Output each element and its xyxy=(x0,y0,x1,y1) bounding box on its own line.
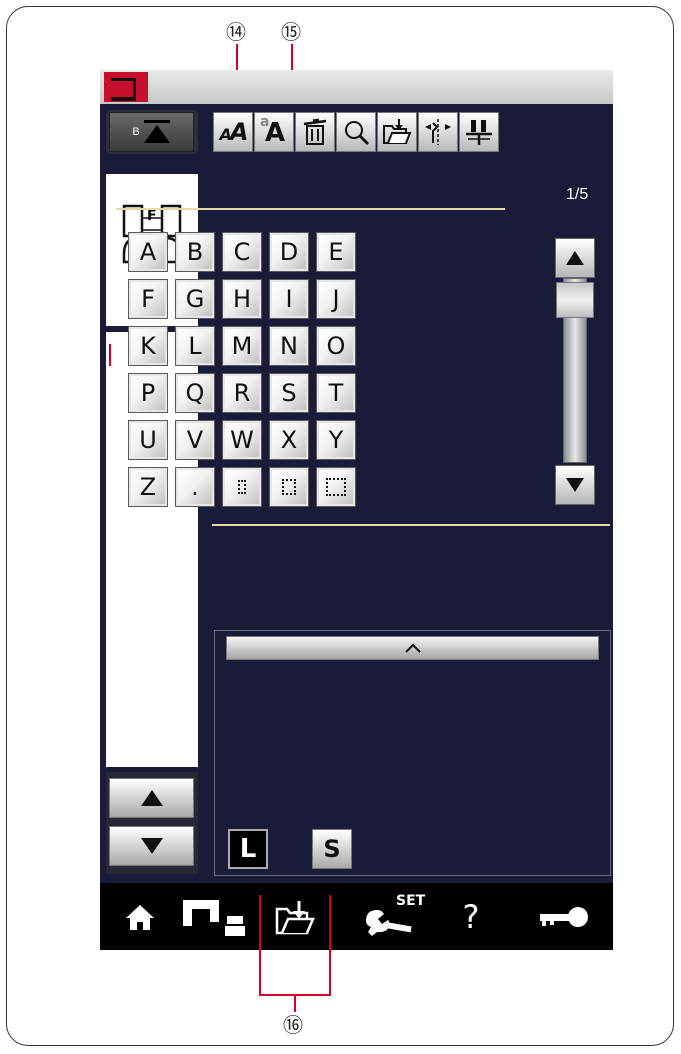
space-medium-icon xyxy=(282,479,296,495)
large-text-button[interactable]: L xyxy=(228,829,268,869)
key-icon xyxy=(540,906,588,927)
letter-button-w[interactable]: W xyxy=(222,420,262,460)
letter-button-n[interactable]: N xyxy=(269,326,309,366)
scroll-up-button[interactable] xyxy=(555,238,595,278)
triangle-down-icon xyxy=(140,838,163,854)
text-edit-panel xyxy=(214,630,611,876)
small-text-label: S xyxy=(323,835,341,863)
machine-logo-icon xyxy=(104,72,148,102)
page-indicator: 1/5 xyxy=(566,186,589,203)
leader-16-right xyxy=(329,895,331,995)
needle-b-label: B xyxy=(132,126,140,138)
font-style-button[interactable]: AA xyxy=(213,112,253,152)
sewing-machine-icon xyxy=(183,899,245,936)
presser-foot-label: F xyxy=(147,208,157,224)
letter-button-y[interactable]: Y xyxy=(316,420,356,460)
letter-button-i[interactable]: I xyxy=(269,279,309,319)
letter-button-m[interactable]: M xyxy=(222,326,262,366)
callout-15: ⑮ xyxy=(281,20,301,44)
bottom-bar: SET ? xyxy=(100,883,613,950)
scrollbar-thumb[interactable] xyxy=(556,282,594,318)
triangle-down-icon xyxy=(566,478,584,492)
space-medium-button[interactable] xyxy=(269,467,309,507)
expand-panel-button[interactable] xyxy=(226,636,599,660)
letter-button-z[interactable]: Z xyxy=(128,467,168,507)
letter-case-button[interactable]: a A xyxy=(254,112,294,152)
space-large-icon xyxy=(326,478,346,496)
letter-button-t[interactable]: T xyxy=(316,373,356,413)
text-cursor xyxy=(109,344,111,366)
header-divider xyxy=(116,208,505,210)
home-icon xyxy=(126,904,154,930)
stitch-adjust-icon xyxy=(466,120,492,145)
cursor-up-button[interactable] xyxy=(109,778,194,818)
triangle-up-icon xyxy=(140,790,163,806)
letter-button-a[interactable]: A xyxy=(128,232,168,272)
callout-16: ⑯ xyxy=(283,1013,303,1037)
cursor-down-button[interactable] xyxy=(109,826,194,866)
letter-button-b[interactable]: B xyxy=(175,232,215,272)
chevron-up-icon xyxy=(404,643,421,653)
ordinary-sewing-button[interactable] xyxy=(174,883,254,950)
help-button[interactable]: ? xyxy=(446,883,496,950)
letter-button-p[interactable]: P xyxy=(128,373,168,413)
large-text-label: L xyxy=(239,834,257,864)
letter-case-icon: a A xyxy=(260,114,286,148)
letter-button-q[interactable]: Q xyxy=(175,373,215,413)
letter-button-k[interactable]: K xyxy=(128,326,168,366)
open-file-button[interactable] xyxy=(377,112,417,152)
home-button[interactable] xyxy=(110,883,170,950)
callout-14: ⑭ xyxy=(226,20,246,44)
stitch-adjust-button[interactable] xyxy=(459,112,499,152)
font-italic-icon: AA xyxy=(219,118,249,146)
period-button[interactable]: . xyxy=(175,467,215,507)
space-small-button[interactable] xyxy=(222,467,262,507)
grid-divider xyxy=(212,524,610,526)
open-file-menu-button[interactable] xyxy=(266,883,326,950)
letter-button-g[interactable]: G xyxy=(175,279,215,319)
space-small-icon xyxy=(238,480,246,494)
letter-button-v[interactable]: V xyxy=(175,420,215,460)
set-mode-button[interactable]: SET xyxy=(344,883,434,950)
wrench-icon xyxy=(366,909,412,936)
letter-button-c[interactable]: C xyxy=(222,232,262,272)
delete-button[interactable] xyxy=(295,112,335,152)
letter-button-s[interactable]: S xyxy=(269,373,309,413)
needle-up-icon xyxy=(143,120,170,143)
letter-button-x[interactable]: X xyxy=(269,420,309,460)
set-label: SET xyxy=(396,893,426,909)
letter-button-e[interactable]: E xyxy=(316,232,356,272)
triangle-up-icon xyxy=(566,251,584,265)
magnifier-icon xyxy=(345,121,370,146)
letter-button-o[interactable]: O xyxy=(316,326,356,366)
letter-button-f[interactable]: F xyxy=(128,279,168,319)
letter-button-j[interactable]: J xyxy=(316,279,356,319)
open-folder-icon xyxy=(275,900,315,934)
leader-16-left xyxy=(259,895,261,995)
letter-button-u[interactable]: U xyxy=(128,420,168,460)
letter-button-d[interactable]: D xyxy=(269,232,309,272)
small-text-button[interactable]: S xyxy=(312,829,352,869)
open-file-icon xyxy=(383,119,412,144)
screen: B F AA a A Block 1/5 A B C D E F G H I J… xyxy=(100,70,613,950)
lock-screen-button[interactable] xyxy=(524,883,604,950)
mirror-image-button[interactable] xyxy=(418,112,458,152)
letter-button-l[interactable]: L xyxy=(175,326,215,366)
font-name-label: Block xyxy=(118,186,158,203)
scroll-down-button[interactable] xyxy=(555,465,595,505)
leader-16-stem xyxy=(294,994,296,1012)
space-large-button[interactable] xyxy=(316,467,356,507)
delete-icon xyxy=(303,118,327,145)
mirror-image-icon xyxy=(425,119,451,145)
letter-button-r[interactable]: R xyxy=(222,373,262,413)
top-bar xyxy=(100,70,613,104)
needle-up-down-button[interactable]: B xyxy=(109,112,194,152)
zoom-button[interactable] xyxy=(336,112,376,152)
letter-button-h[interactable]: H xyxy=(222,279,262,319)
help-icon: ? xyxy=(462,897,480,936)
